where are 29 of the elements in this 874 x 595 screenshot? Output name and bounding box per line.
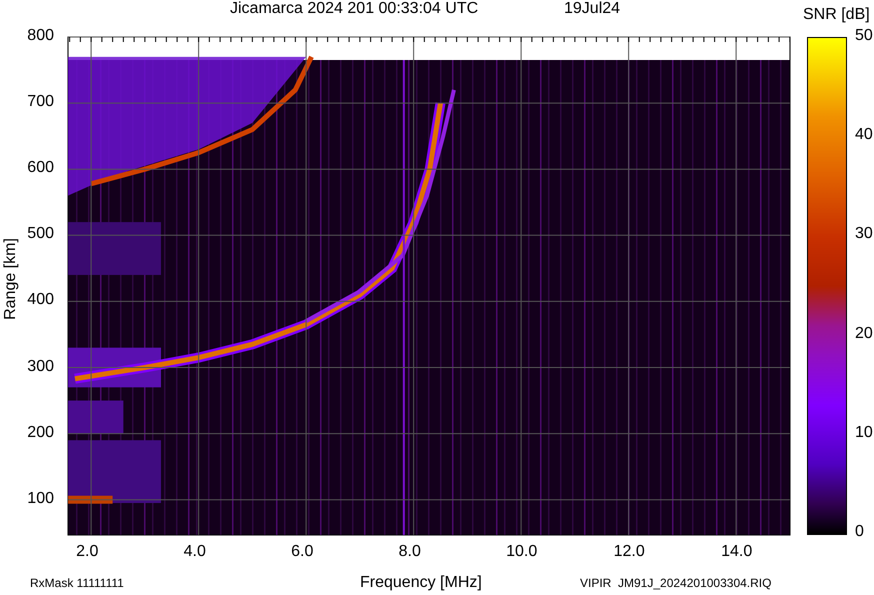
y-tick-label: 700 xyxy=(27,93,54,112)
y-tick-label: 400 xyxy=(27,291,54,310)
colorbar-tick-label: 0 xyxy=(855,523,864,541)
colorbar-tick-label: 50 xyxy=(855,27,873,45)
y-tick-label: 100 xyxy=(27,490,54,508)
footer-text: VIPIR JM91J_2024201003304.RIQ xyxy=(580,576,772,590)
y-tick-label: 600 xyxy=(27,159,54,178)
y-axis-label: Range [km] xyxy=(2,238,20,320)
colorbar-tick-label: 10 xyxy=(855,424,873,442)
echo-region xyxy=(68,400,124,434)
chart-title: Jicamarca 2024 201 00:33:04 UTC xyxy=(230,0,478,18)
y-tick-label: 500 xyxy=(27,225,54,244)
x-tick-label: 8.0 xyxy=(398,543,421,561)
x-tick-label: 14.0 xyxy=(721,543,752,561)
colorbar-tick-label: 40 xyxy=(855,126,873,144)
y-tick-label: 200 xyxy=(27,424,54,442)
x-tick-label: 6.0 xyxy=(291,543,314,561)
colorbar-tick-label: 30 xyxy=(855,225,873,244)
chart-date: 19Jul24 xyxy=(564,0,620,18)
footer-text: RxMask 11111111 xyxy=(30,576,124,590)
x-tick-label: 2.0 xyxy=(76,543,98,561)
y-tick-label: 300 xyxy=(27,358,54,376)
x-axis-label: Frequency [MHz] xyxy=(360,574,482,592)
x-tick-label: 12.0 xyxy=(614,543,645,561)
y-tick-label: 800 xyxy=(27,27,54,45)
colorbar-tick-label: 20 xyxy=(855,324,873,343)
colorbar-label: SNR [dB] xyxy=(803,6,870,24)
x-tick-label: 4.0 xyxy=(184,543,206,561)
x-tick-label: 10.0 xyxy=(506,543,538,561)
